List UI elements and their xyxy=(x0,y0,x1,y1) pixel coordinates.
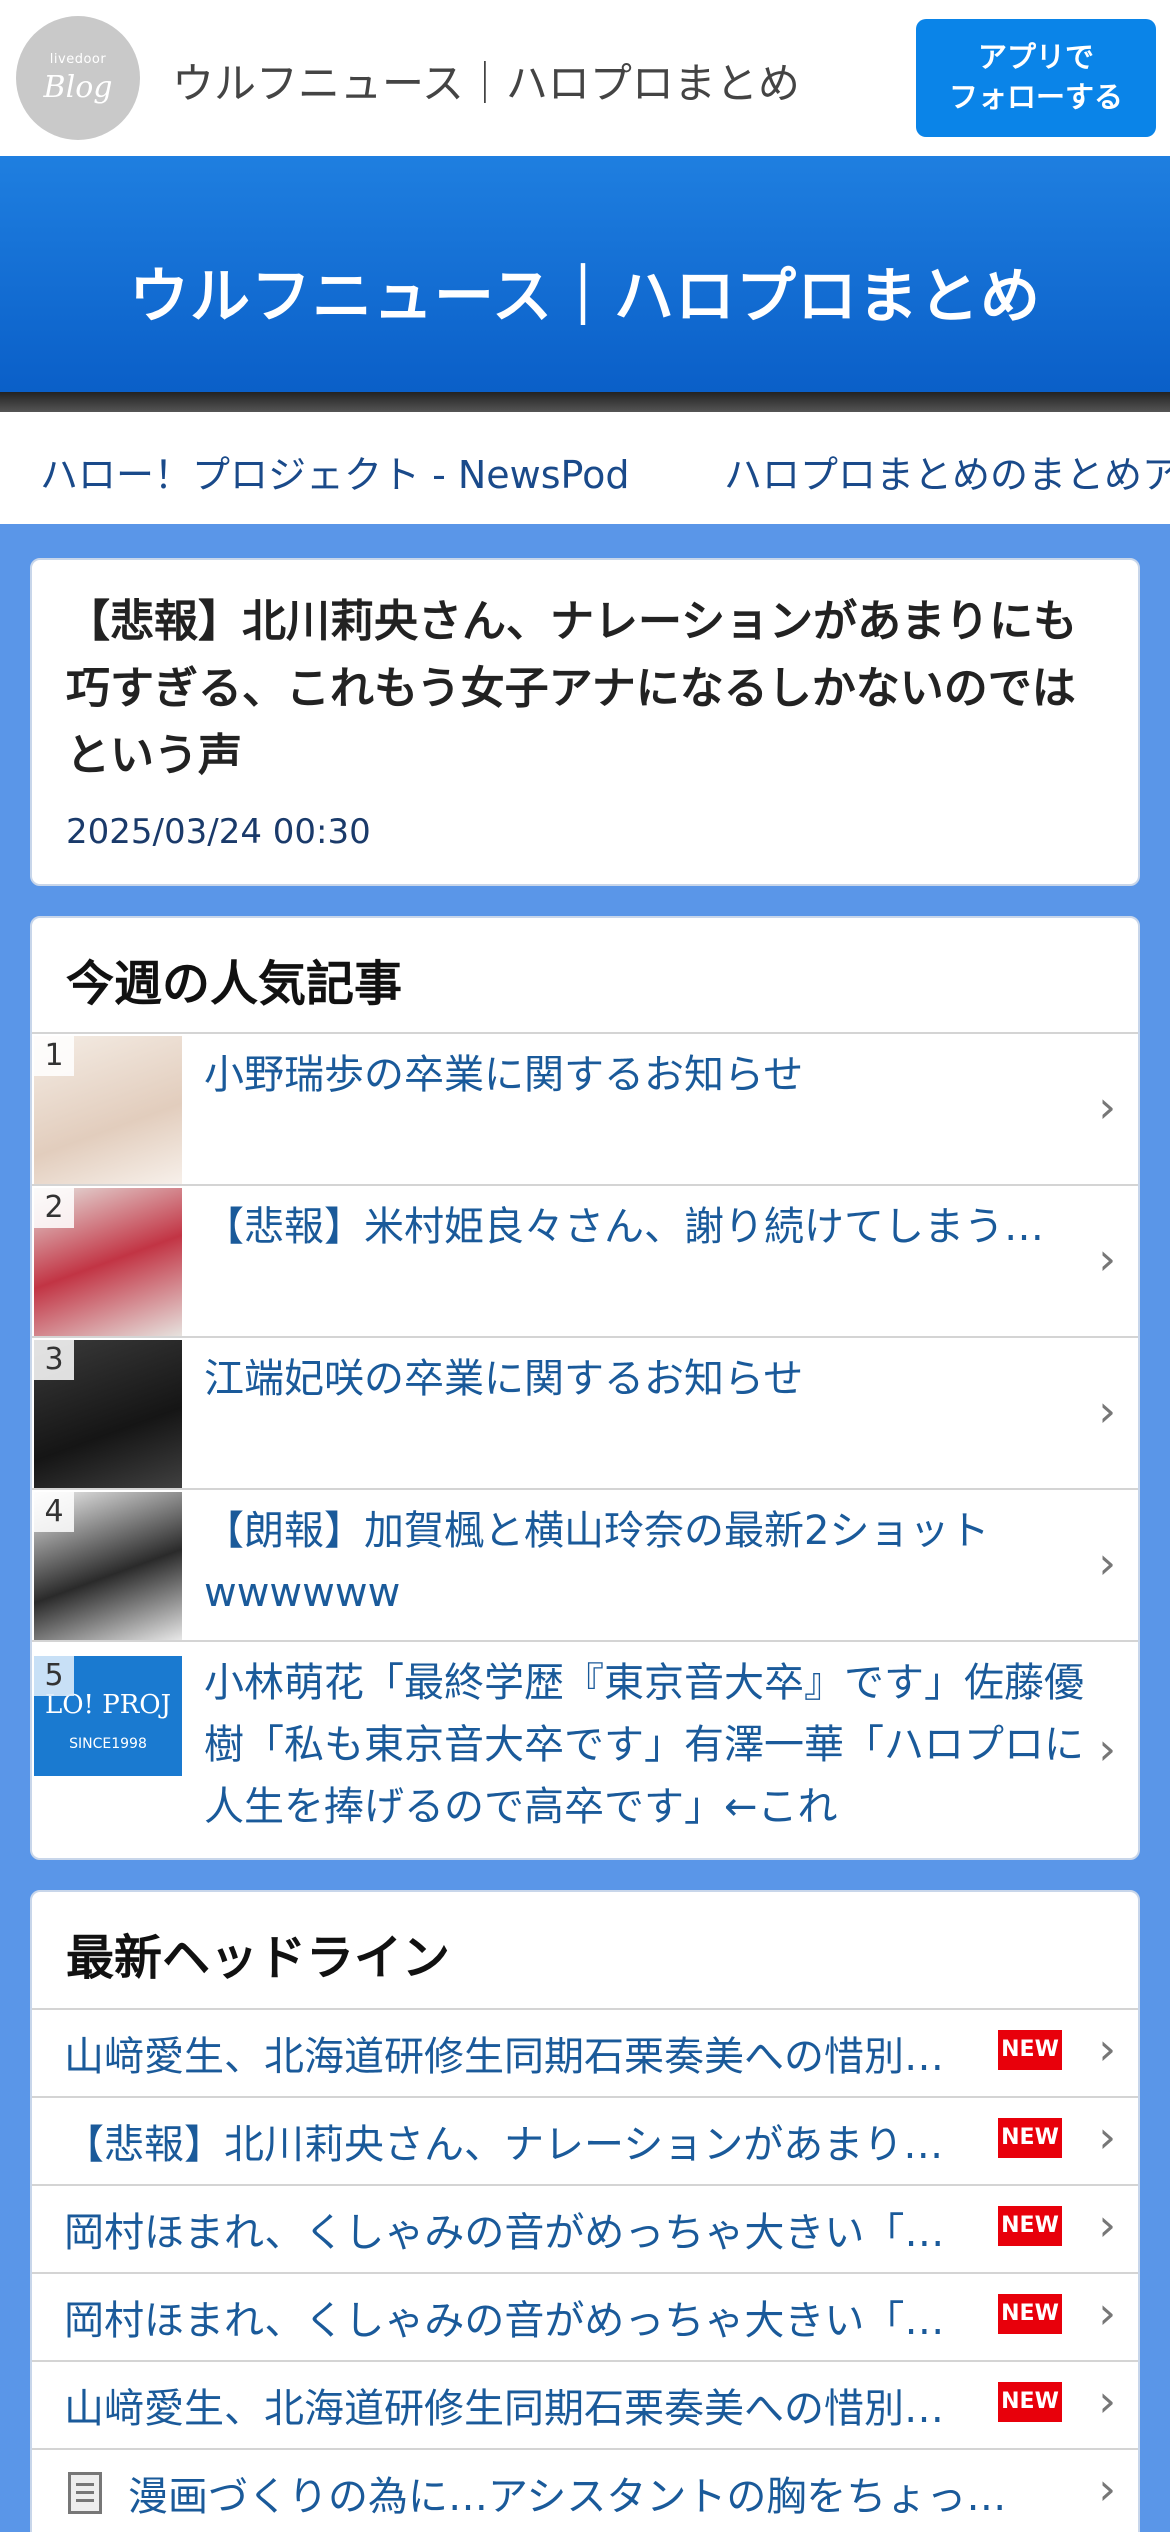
latest-heading: 最新ヘッドライン xyxy=(66,1930,451,1986)
article-date: 2025/03/24 00:30 xyxy=(66,812,371,852)
popular-item[interactable]: 4 【朗報】加賀楓と横山玲奈の最新2ショットwwwwww › xyxy=(32,1488,1138,1640)
logo-big-text: Blog xyxy=(43,70,113,105)
headline-title: 【悲報】北川莉央さん、ナレーションがあまり… xyxy=(64,2122,944,2168)
banner-divider xyxy=(0,392,1170,412)
headline-item[interactable]: 岡村ほまれ、くしゃみの音がめっちゃ大きい「… NEW › xyxy=(32,2184,1138,2272)
headline-item[interactable]: 漫画づくりの為に…アシスタントの胸をちょっ… › xyxy=(32,2448,1138,2532)
popular-item[interactable]: 1 小野瑞歩の卒業に関するお知らせ › xyxy=(32,1032,1138,1184)
popular-item[interactable]: 2 【悲報】米村姫良々さん、謝り続けてしまう… › xyxy=(32,1184,1138,1336)
new-badge: NEW xyxy=(998,2118,1062,2158)
article-thumbnail: 4 xyxy=(34,1492,182,1640)
related-links-strip[interactable]: ハロー！プロジェクト - NewsPod ハロプロまとめのまとめア xyxy=(0,412,1170,524)
latest-headlines-card: 最新ヘッドライン 山﨑愛生、北海道研修生同期石栗奏美への惜別… NEW › 【悲… xyxy=(30,1890,1140,2532)
article-title[interactable]: 【悲報】北川莉央さん、ナレーションがあまりにも巧すぎる、これもう女子アナになるし… xyxy=(66,588,1106,789)
app-follow-button[interactable]: アプリで フォローする xyxy=(916,19,1156,137)
headline-item[interactable]: 岡村ほまれ、くしゃみの音がめっちゃ大きい「… NEW › xyxy=(32,2272,1138,2360)
article-thumbnail: 2 xyxy=(34,1188,182,1336)
blog-banner[interactable]: ウルフニュース｜ハロプロまとめ xyxy=(0,156,1170,392)
chevron-right-icon: › xyxy=(1098,2200,1116,2251)
popular-articles-card: 今週の人気記事 1 小野瑞歩の卒業に関するお知らせ › 2 【悲報】米村姫良々さ… xyxy=(30,916,1140,1860)
rank-number: 1 xyxy=(34,1036,74,1076)
headline-item[interactable]: 山﨑愛生、北海道研修生同期石栗奏美への惜別… NEW › xyxy=(32,2360,1138,2448)
new-badge: NEW xyxy=(998,2294,1062,2334)
popular-item-title: 江端妃咲の卒業に関するお知らせ xyxy=(204,1356,804,1402)
logo-small-text: livedoor xyxy=(49,52,107,67)
headline-title: 岡村ほまれ、くしゃみの音がめっちゃ大きい「… xyxy=(64,2210,945,2256)
site-name[interactable]: ウルフニュース｜ハロプロまとめ xyxy=(172,50,800,111)
article-thumbnail: 1 xyxy=(34,1036,182,1184)
popular-item[interactable]: 3 江端妃咲の卒業に関するお知らせ › xyxy=(32,1336,1138,1488)
chevron-right-icon: › xyxy=(1098,2024,1116,2075)
rank-number: 4 xyxy=(34,1492,74,1532)
chevron-right-icon: › xyxy=(1098,1082,1116,1133)
chevron-right-icon: › xyxy=(1098,1724,1116,1775)
headline-item[interactable]: 【悲報】北川莉央さん、ナレーションがあまり… NEW › xyxy=(32,2096,1138,2184)
app-follow-label: アプリで フォローする xyxy=(948,40,1123,114)
article-thumbnail: LO! PROJ SINCE1998 5 xyxy=(34,1656,182,1776)
headline-item[interactable]: 山﨑愛生、北海道研修生同期石栗奏美への惜別… NEW › xyxy=(32,2008,1138,2096)
chevron-right-icon: › xyxy=(1098,2112,1116,2163)
headline-title: 漫画づくりの為に…アシスタントの胸をちょっ… xyxy=(128,2474,1007,2520)
chevron-right-icon: › xyxy=(1098,2464,1116,2515)
chevron-right-icon: › xyxy=(1098,2376,1116,2427)
new-badge: NEW xyxy=(998,2382,1062,2422)
rank-number: 5 xyxy=(34,1656,74,1696)
blog-logo[interactable]: livedoor Blog xyxy=(16,16,140,140)
popular-item-title: 【朗報】加賀楓と横山玲奈の最新2ショットwwwwww xyxy=(204,1508,990,1616)
popular-item-title: 小林萌花「最終学歴『東京音大卒』です」佐藤優樹「私も東京音大卒です」有澤一華「ハ… xyxy=(204,1660,1084,1830)
new-badge: NEW xyxy=(998,2206,1062,2246)
popular-heading: 今週の人気記事 xyxy=(66,956,403,1012)
chevron-right-icon: › xyxy=(1098,2288,1116,2339)
thumbnail-sub-text: SINCE1998 xyxy=(69,1736,147,1752)
top-bar: livedoor Blog ウルフニュース｜ハロプロまとめ アプリで フォローす… xyxy=(0,0,1170,156)
headline-title: 山﨑愛生、北海道研修生同期石栗奏美への惜別… xyxy=(64,2034,944,2080)
chevron-right-icon: › xyxy=(1098,1538,1116,1589)
popular-item[interactable]: LO! PROJ SINCE1998 5 小林萌花「最終学歴『東京音大卒』です」… xyxy=(32,1640,1138,1858)
new-badge: NEW xyxy=(998,2030,1062,2070)
rank-number: 2 xyxy=(34,1188,74,1228)
rank-number: 3 xyxy=(34,1340,74,1380)
related-link[interactable]: ハロプロまとめのまとめア xyxy=(724,444,1170,499)
popular-item-title: 小野瑞歩の卒業に関するお知らせ xyxy=(204,1052,804,1098)
related-link[interactable]: ハロー！プロジェクト - NewsPod xyxy=(40,444,629,499)
document-icon xyxy=(68,2472,102,2514)
chevron-right-icon: › xyxy=(1098,1386,1116,1437)
headline-title: 山﨑愛生、北海道研修生同期石栗奏美への惜別… xyxy=(64,2386,944,2432)
featured-article-card[interactable]: 【悲報】北川莉央さん、ナレーションがあまりにも巧すぎる、これもう女子アナになるし… xyxy=(30,558,1140,886)
headline-title: 岡村ほまれ、くしゃみの音がめっちゃ大きい「… xyxy=(64,2298,945,2344)
article-thumbnail: 3 xyxy=(34,1340,182,1488)
chevron-right-icon: › xyxy=(1098,1234,1116,1285)
banner-title: ウルフニュース｜ハロプロまとめ xyxy=(129,262,1041,332)
popular-item-title: 【悲報】米村姫良々さん、謝り続けてしまう… xyxy=(204,1204,1044,1250)
